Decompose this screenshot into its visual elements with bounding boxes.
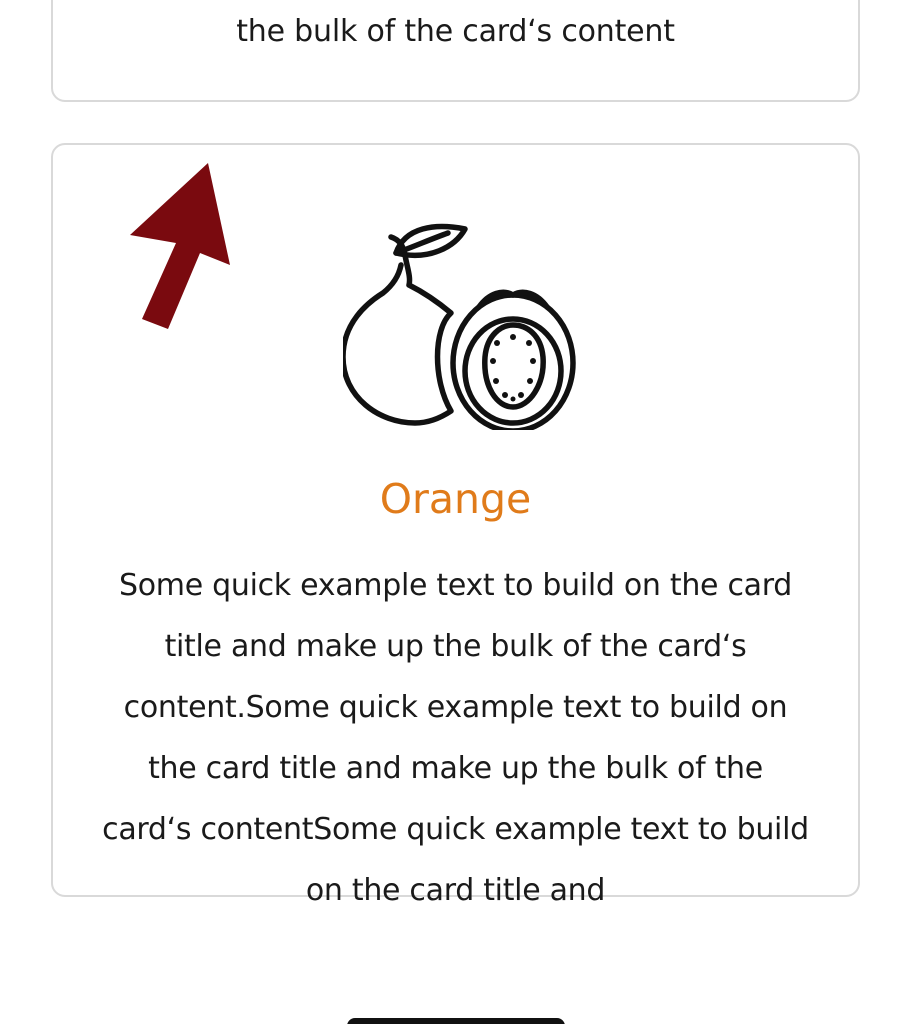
card-title: Orange <box>379 475 532 523</box>
top-card-text: the bulk of the card‘s content <box>236 14 675 49</box>
arrow-up-icon <box>130 163 230 329</box>
guava-icon <box>343 223 576 430</box>
page: the bulk of the card‘s content Orange So… <box>0 0 911 1024</box>
home-indicator[interactable] <box>347 1018 565 1024</box>
card-body-text: Some quick example text to build on the … <box>102 568 809 908</box>
top-card: the bulk of the card‘s content <box>51 0 860 102</box>
